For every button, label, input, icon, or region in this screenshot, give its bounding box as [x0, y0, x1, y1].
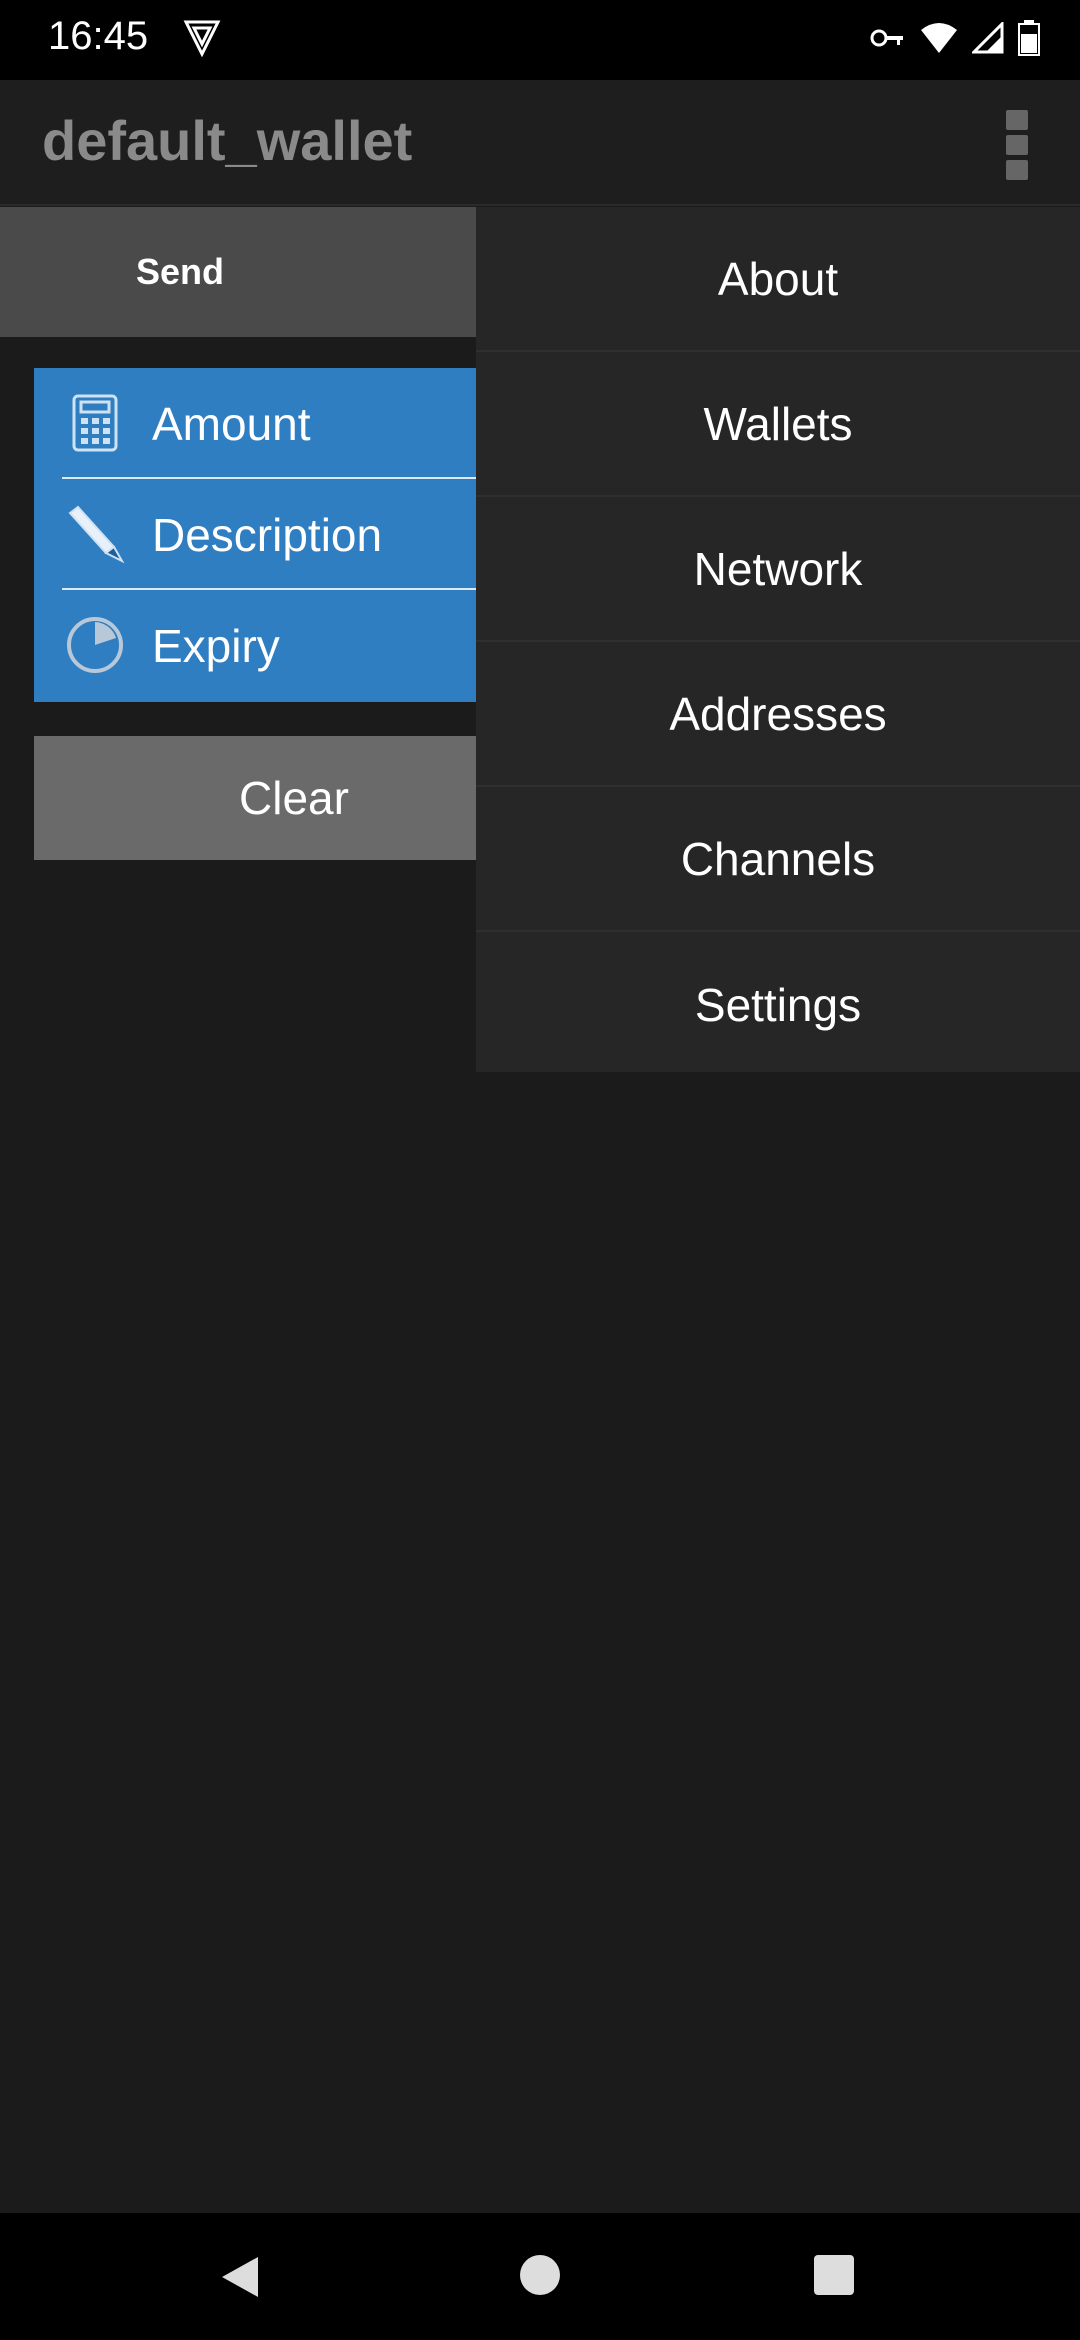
wifi-icon	[921, 23, 957, 53]
menu-item-addresses[interactable]: Addresses	[476, 642, 1080, 787]
status-icons	[870, 18, 1040, 58]
app-title: default_wallet	[42, 109, 413, 172]
menu-item-about[interactable]: About	[476, 207, 1080, 352]
pen-icon	[68, 505, 125, 564]
status-bar: 16:45	[0, 0, 1080, 80]
home-icon[interactable]	[520, 2255, 560, 2295]
expiry-label: Expiry	[152, 619, 280, 672]
recents-icon[interactable]	[814, 2255, 854, 2295]
amount-label: Amount	[152, 397, 311, 450]
menu-item-network[interactable]: Network	[476, 497, 1080, 642]
description-label: Description	[152, 508, 383, 561]
menu-item-channels[interactable]: Channels	[476, 787, 1080, 932]
menu-item-settings[interactable]: Settings	[476, 932, 1080, 1077]
status-time: 16:45	[48, 14, 149, 58]
navigation-bar	[0, 2213, 1080, 2340]
clock-pie-icon	[67, 617, 123, 673]
vpn-icon	[183, 20, 221, 58]
key-icon	[870, 29, 903, 47]
overflow-dot	[1006, 135, 1028, 155]
calculator-icon	[72, 394, 118, 452]
overflow-dropdown-menu: About Wallets Network Addresses Channels…	[476, 207, 1080, 1072]
battery-icon	[1018, 20, 1040, 56]
screen: 16:45 default_wallet Send Amount Descrip…	[0, 0, 1080, 2340]
overflow-dot	[1006, 110, 1028, 130]
action-bar: default_wallet	[0, 80, 1080, 206]
menu-item-wallets[interactable]: Wallets	[476, 352, 1080, 497]
back-icon[interactable]	[218, 2253, 262, 2301]
overflow-dot	[1006, 160, 1028, 180]
overflow-menu-icon[interactable]	[1006, 110, 1030, 180]
signal-icon	[972, 22, 1004, 54]
tab-send[interactable]: Send	[0, 207, 360, 337]
